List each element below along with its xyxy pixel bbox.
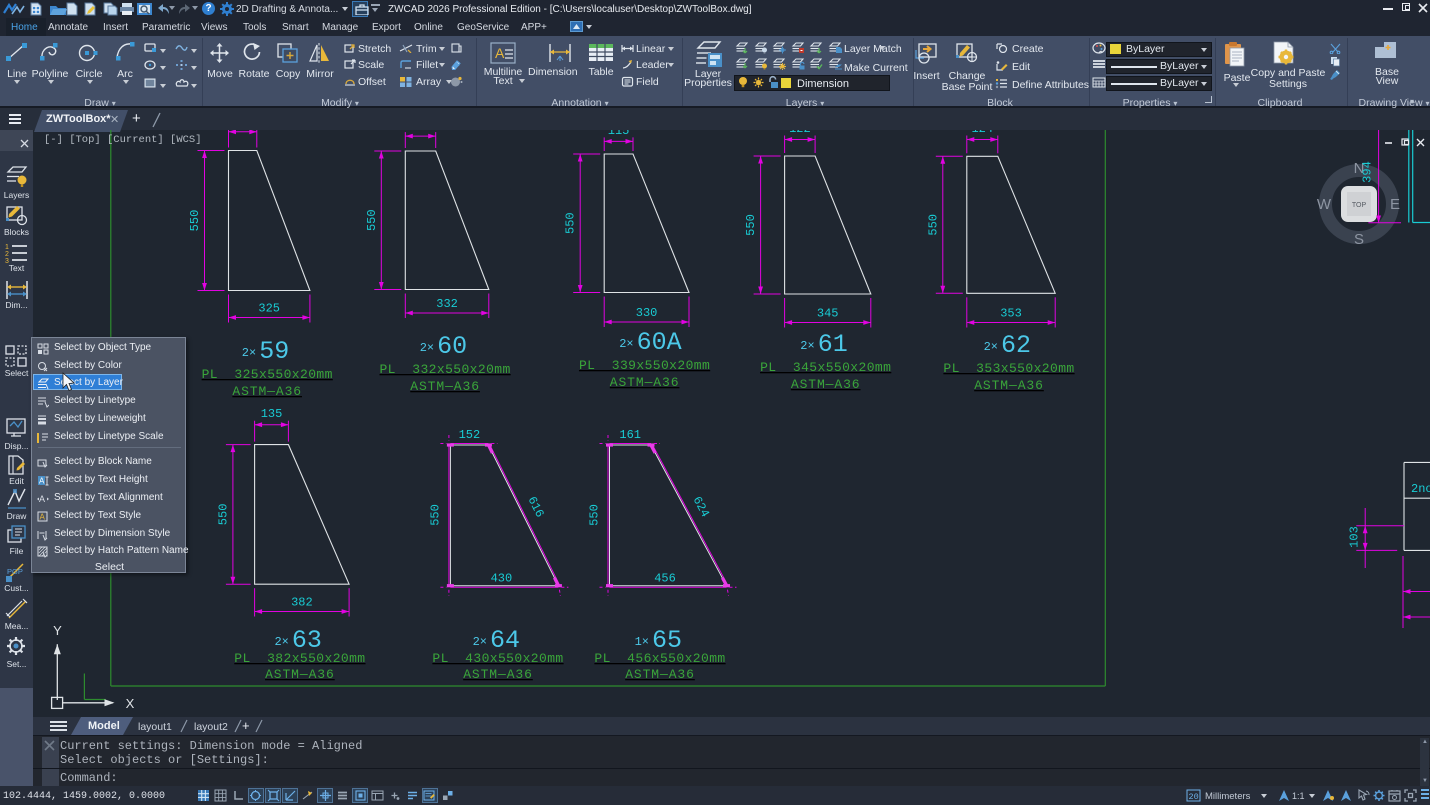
svg-text:PL 353x550x20mm: PL 353x550x20mm	[943, 361, 1074, 376]
svg-text:PL 430x550x20mm: PL 430x550x20mm	[432, 651, 563, 666]
svg-text:430: 430	[491, 572, 513, 586]
svg-text:382: 382	[291, 596, 313, 610]
svg-text:PGP: PGP	[7, 567, 23, 576]
svg-text:550: 550	[926, 214, 940, 236]
svg-text:616: 616	[525, 494, 547, 520]
svg-text:20: 20	[1189, 792, 1199, 802]
svg-text:PL 382x550x20mm: PL 382x550x20mm	[234, 651, 365, 666]
svg-text:2×: 2×	[619, 337, 633, 351]
svg-text:W: W	[1317, 196, 1332, 213]
svg-text:2no: 2no	[1411, 482, 1430, 496]
svg-text:60: 60	[437, 332, 467, 361]
svg-text:ASTM—A36: ASTM—A36	[625, 667, 695, 682]
svg-text:2×: 2×	[242, 346, 256, 360]
svg-text:1: 1	[5, 244, 9, 251]
svg-text:A: A	[39, 476, 45, 485]
svg-text:59: 59	[259, 337, 289, 366]
svg-text:550: 550	[564, 212, 578, 234]
svg-text:2×: 2×	[274, 635, 288, 649]
svg-text:A: A	[40, 512, 46, 521]
svg-text:ASTM—A36: ASTM—A36	[610, 375, 680, 390]
svg-text:103: 103	[1348, 526, 1362, 548]
svg-text:2×: 2×	[800, 339, 814, 353]
svg-text:1×: 1×	[635, 635, 649, 649]
svg-text:2: 2	[5, 251, 9, 258]
svg-text:61: 61	[818, 330, 848, 359]
svg-text:152: 152	[459, 428, 481, 442]
svg-text:550: 550	[588, 504, 602, 526]
svg-text:ASTM—A36: ASTM—A36	[265, 667, 335, 682]
svg-text:[-] [Top] [Current] [WCS]: [-] [Top] [Current] [WCS]	[44, 134, 202, 146]
svg-text:A: A	[39, 494, 45, 504]
svg-text:135: 135	[261, 407, 283, 421]
svg-text:PL 332x550x20mm: PL 332x550x20mm	[379, 362, 510, 377]
svg-text:161: 161	[619, 428, 641, 442]
svg-text:62: 62	[1001, 331, 1031, 360]
svg-text:ASTM—A36: ASTM—A36	[410, 379, 480, 394]
svg-text:332: 332	[436, 297, 458, 311]
svg-text:ASTM—A36: ASTM—A36	[232, 384, 302, 399]
svg-text:394: 394	[1361, 161, 1375, 183]
svg-text:330: 330	[636, 306, 658, 320]
svg-text:124: 124	[971, 130, 993, 136]
svg-text:TOP: TOP	[1352, 202, 1367, 209]
svg-text:2×: 2×	[984, 340, 998, 354]
svg-text:550: 550	[188, 210, 202, 232]
svg-text:PL 339x550x20mm: PL 339x550x20mm	[579, 358, 710, 373]
svg-text:624: 624	[690, 494, 713, 520]
svg-text:PL 345x550x20mm: PL 345x550x20mm	[760, 360, 891, 375]
svg-text:ASTM—A36: ASTM—A36	[463, 667, 533, 682]
svg-text:550: 550	[216, 504, 230, 526]
svg-text:PL 456x550x20mm: PL 456x550x20mm	[594, 651, 725, 666]
svg-text:X: X	[126, 696, 135, 711]
svg-text:S: S	[1354, 231, 1364, 248]
svg-text:550: 550	[744, 214, 758, 236]
svg-text:345: 345	[817, 307, 839, 321]
svg-text:2×: 2×	[473, 635, 487, 649]
svg-text:550: 550	[365, 209, 379, 231]
svg-text:ASTM—A36: ASTM—A36	[791, 377, 861, 392]
svg-text:2×: 2×	[420, 341, 434, 355]
svg-text:A: A	[495, 45, 505, 61]
svg-text:PL 325x550x20mm: PL 325x550x20mm	[202, 367, 333, 382]
svg-text:E: E	[1390, 196, 1400, 213]
svg-text:353: 353	[1000, 307, 1022, 321]
svg-text:122: 122	[789, 130, 811, 136]
svg-text:325: 325	[258, 302, 280, 316]
svg-text:115: 115	[608, 130, 630, 138]
svg-text:456: 456	[654, 572, 676, 586]
svg-text:Y: Y	[53, 623, 62, 638]
svg-text:550: 550	[428, 504, 442, 526]
svg-text:60A: 60A	[637, 328, 682, 357]
svg-text:ASTM—A36: ASTM—A36	[974, 378, 1044, 393]
